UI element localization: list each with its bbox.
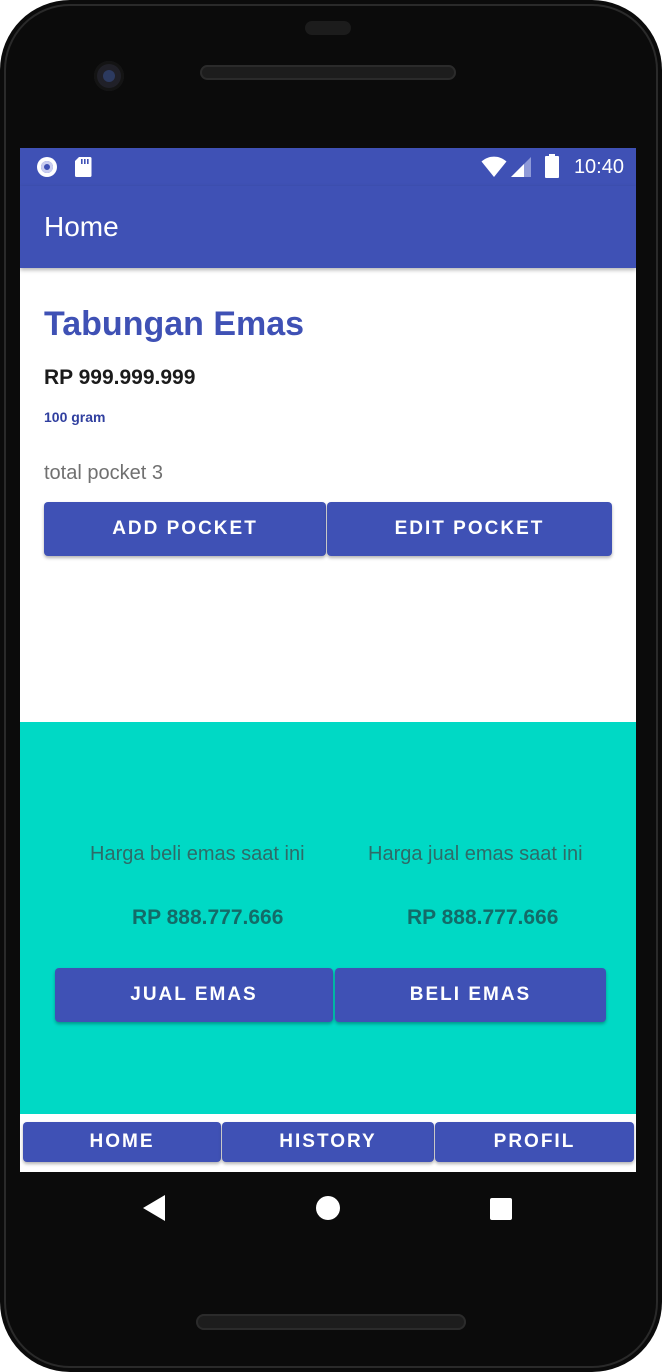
- bottom-speaker-grille: [196, 1314, 466, 1330]
- phone-frame: 10:40 Home Tabungan Emas RP 999.999.999 …: [0, 0, 662, 1372]
- notification-circle-icon: [37, 157, 57, 177]
- pocket-count: total pocket 3: [44, 462, 163, 484]
- home-circle-icon[interactable]: [316, 1196, 340, 1220]
- buy-price-value: RP 888.777.666: [132, 906, 284, 929]
- battery-icon: [545, 154, 559, 178]
- savings-weight: 100 gram: [44, 409, 106, 425]
- front-camera: [94, 61, 124, 91]
- screen: 10:40 Home Tabungan Emas RP 999.999.999 …: [20, 148, 636, 1172]
- savings-section: Tabungan Emas RP 999.999.999 100 gram to…: [20, 268, 636, 722]
- nav-home-button[interactable]: HOME: [23, 1122, 221, 1162]
- nav-profil-button[interactable]: PROFIL: [435, 1122, 634, 1162]
- sell-gold-button[interactable]: JUAL EMAS: [55, 968, 333, 1022]
- top-speaker-grille: [200, 65, 456, 80]
- buy-gold-button[interactable]: BELI EMAS: [335, 968, 606, 1022]
- recents-square-icon[interactable]: [490, 1198, 512, 1220]
- buy-price-label: Harga beli emas saat ini: [90, 843, 305, 865]
- add-pocket-button[interactable]: ADD POCKET: [44, 502, 326, 556]
- sd-card-icon: [75, 157, 92, 177]
- wifi-icon: [481, 156, 507, 177]
- edit-pocket-button[interactable]: EDIT POCKET: [327, 502, 612, 556]
- back-icon[interactable]: [142, 1194, 166, 1222]
- savings-title: Tabungan Emas: [44, 305, 305, 343]
- status-time: 10:40: [573, 156, 624, 178]
- cellular-signal-icon: [511, 157, 531, 177]
- app-bar: Home: [20, 186, 636, 268]
- bottom-navigation: HOME HISTORY PROFIL: [20, 1114, 636, 1172]
- savings-amount: RP 999.999.999: [44, 366, 196, 389]
- sell-price-label: Harga jual emas saat ini: [368, 843, 583, 865]
- earpiece: [305, 21, 351, 35]
- page-title: Home: [44, 211, 119, 242]
- status-bar: 10:40: [20, 148, 636, 186]
- gold-price-panel: Harga beli emas saat ini Harga jual emas…: [20, 722, 636, 1114]
- nav-history-button[interactable]: HISTORY: [222, 1122, 434, 1162]
- sell-price-value: RP 888.777.666: [407, 906, 559, 929]
